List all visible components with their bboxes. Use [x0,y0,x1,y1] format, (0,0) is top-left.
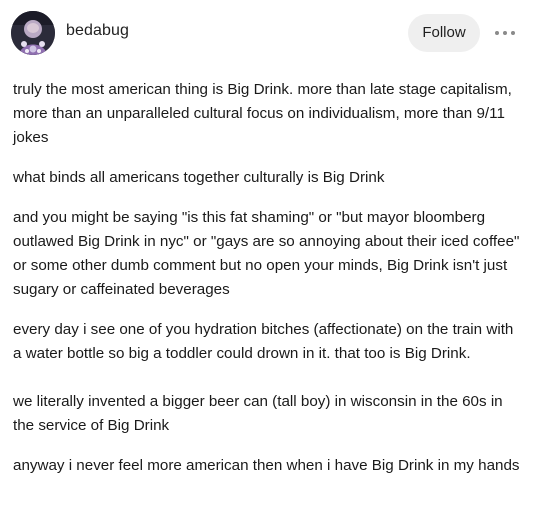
post-paragraph: anyway i never feel more american then w… [13,457,520,474]
post-paragraph: what binds all americans together cultur… [13,169,385,186]
follow-button[interactable]: Follow [408,14,480,52]
post-body: truly the most american thing is Big Dri… [13,78,523,494]
author-username[interactable]: bedabug [66,22,129,40]
post-header: bedabug Follow [0,0,533,66]
more-options-icon[interactable] [490,22,520,44]
avatar[interactable] [11,11,55,55]
post-paragraph: every day i see one of you hydration bit… [13,321,514,362]
avatar-image [11,11,55,55]
post-paragraph: we literally invented a bigger beer can … [13,393,503,434]
post-paragraph: and you might be saying "is this fat sha… [13,209,520,298]
post-paragraph: truly the most american thing is Big Dri… [13,81,512,146]
